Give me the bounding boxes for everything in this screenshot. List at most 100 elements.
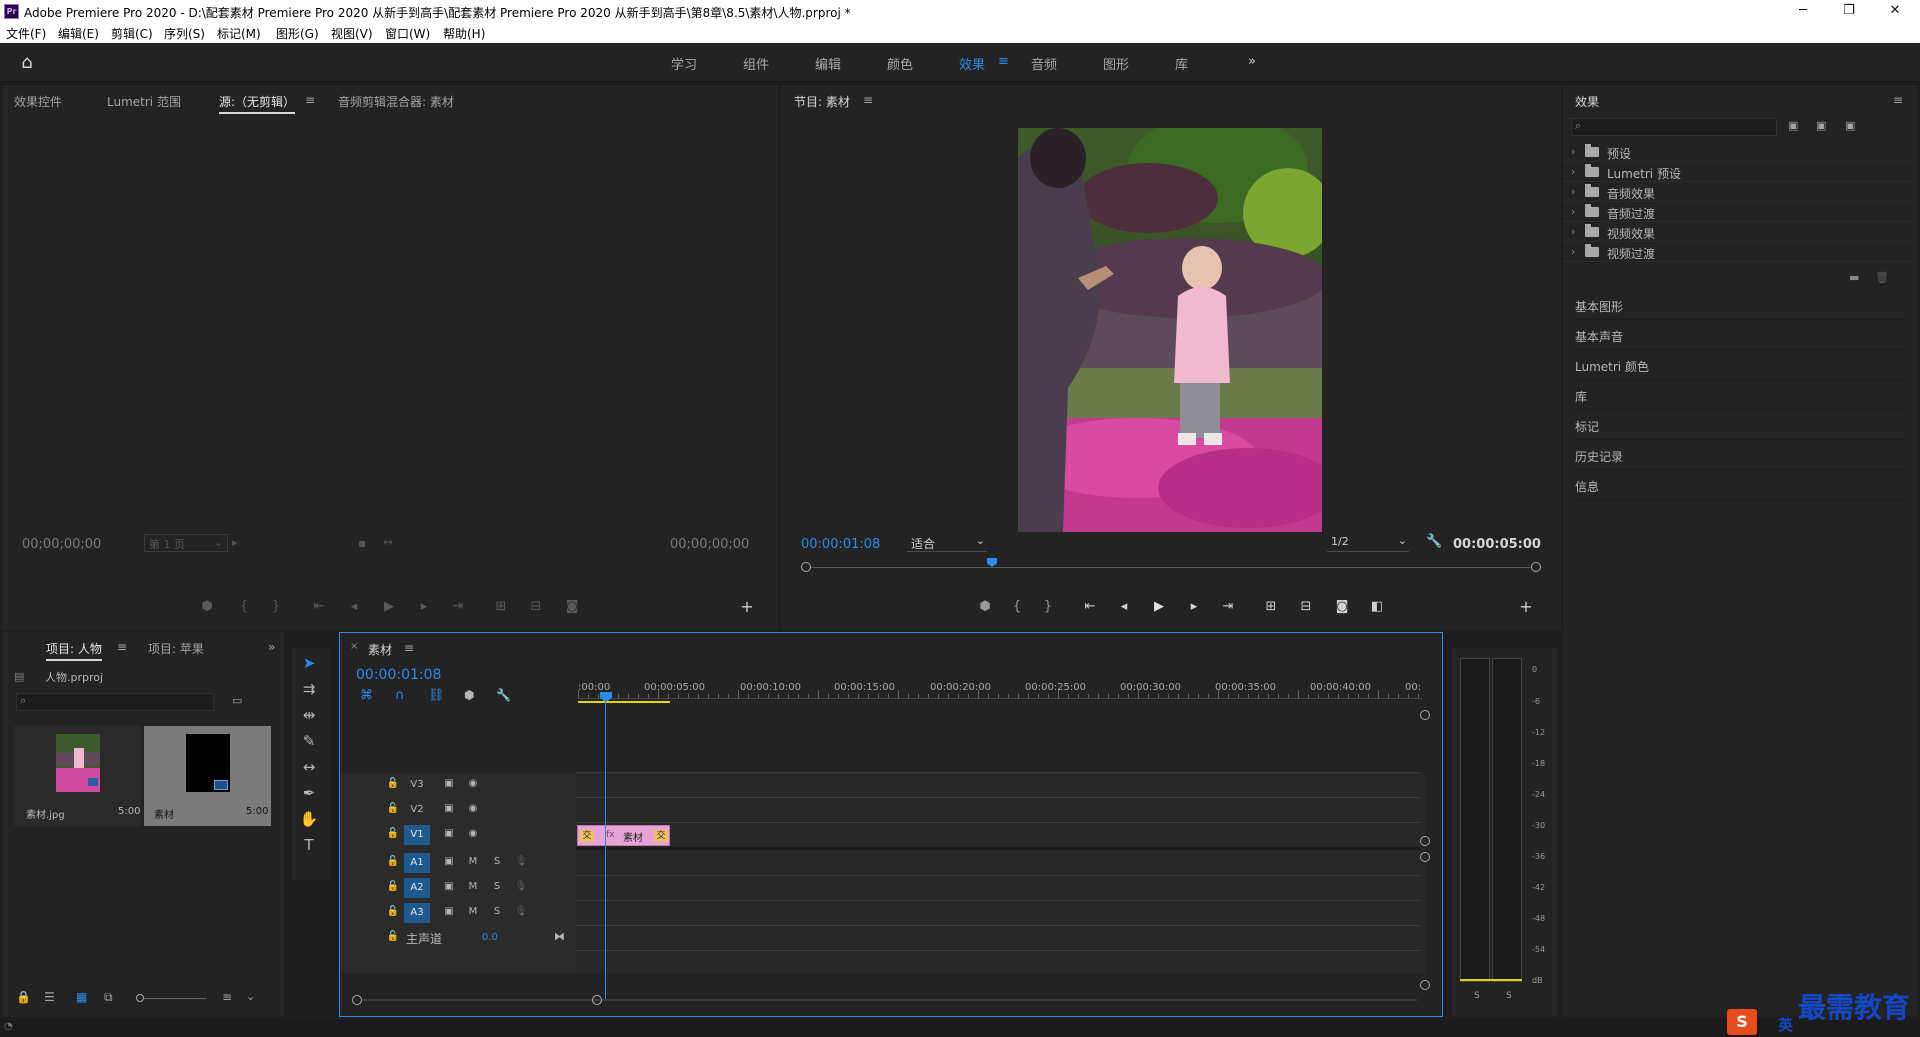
step-forward-icon[interactable]: ▸ [1185, 599, 1203, 615]
effects-menu-icon[interactable]: ≡ [1893, 93, 1903, 107]
extract-icon[interactable]: ⊟ [1297, 599, 1315, 615]
workspace-assembly[interactable]: 组件 [743, 54, 769, 73]
section-info[interactable]: 信息 [1575, 470, 1907, 500]
program-panel-title[interactable]: 节目: 素材 [794, 93, 850, 110]
go-to-in-icon[interactable]: ⇤ [1081, 599, 1099, 615]
track-header-a2[interactable]: 🔓 A2 ▣ M S 🎙 [386, 878, 576, 898]
timeline-clip-v1[interactable]: 交 fx 素材 交 [577, 825, 670, 846]
comparison-view-icon[interactable]: ◧ [1368, 599, 1386, 615]
lock-icon[interactable]: 🔓 [386, 800, 400, 820]
freeform-view-icon[interactable]: ⧉ [104, 990, 113, 1005]
microphone-icon[interactable]: 🎙 [514, 878, 528, 898]
workspace-editing[interactable]: 编辑 [815, 54, 841, 73]
track-header-v2[interactable]: 🔓 V2 ▣ ◉ [386, 800, 576, 820]
audio-scroll-bottom-handle[interactable] [1420, 980, 1430, 990]
section-markers[interactable]: 标记 [1575, 410, 1907, 440]
track-target-v2[interactable]: V2 [404, 800, 430, 820]
workspace-effects-menu-icon[interactable]: ≡ [998, 54, 1009, 69]
track-header-a1[interactable]: 🔓 A1 ▣ M S 🎙 [386, 853, 576, 873]
effects-folder-audio-effects[interactable]: › 音频效果 [1563, 183, 1913, 202]
minimize-button[interactable]: ─ [1780, 0, 1826, 23]
mute-button[interactable]: M [466, 878, 480, 898]
project-search-input[interactable]: ⌕ [16, 693, 214, 711]
ripple-edit-tool-icon[interactable]: ⇹ [296, 704, 322, 726]
effects-folder-audio-transitions[interactable]: › 音频过渡 [1563, 203, 1913, 222]
tab-source-menu-icon[interactable]: ≡ [305, 93, 315, 107]
snap-icon[interactable]: ∩ [395, 688, 405, 703]
eye-icon[interactable]: ◉ [466, 800, 480, 820]
lock-icon[interactable]: 🔓 [386, 878, 400, 898]
sync-lock-icon[interactable]: ▣ [442, 878, 456, 898]
delete-icon[interactable]: 🗑 [1875, 271, 1889, 284]
track-header-v3[interactable]: 🔓 V3 ▣ ◉ [386, 775, 576, 795]
razor-tool-icon[interactable]: ✎ [296, 730, 322, 752]
scrub-start-handle[interactable] [801, 562, 811, 572]
video-scroll-top-handle[interactable] [1420, 710, 1430, 720]
master-volume-value[interactable]: 0.0 [482, 932, 498, 943]
mark-out-icon[interactable]: } [1039, 599, 1057, 615]
mute-button[interactable]: M [466, 853, 480, 873]
add-button-icon[interactable]: + [738, 599, 756, 615]
hand-tool-icon[interactable]: ✋ [296, 808, 322, 830]
timeline-zoom-scrollbar[interactable] [352, 994, 1417, 1006]
tab-source[interactable]: 源:（无剪辑） [219, 93, 296, 114]
zoom-left-handle[interactable] [352, 995, 362, 1005]
microphone-icon[interactable]: 🎙 [514, 853, 528, 873]
transition-in-marker[interactable]: 交 [580, 830, 594, 842]
menu-window[interactable]: 窗口(W) [385, 25, 430, 42]
program-video-frame[interactable] [1018, 128, 1322, 532]
step-back-icon[interactable]: ◂ [345, 599, 363, 615]
workspace-audio[interactable]: 音频 [1031, 54, 1057, 73]
sync-lock-icon[interactable]: ▣ [442, 825, 456, 845]
lock-icon[interactable]: 🔓 [386, 903, 400, 923]
tab-lumetri-scopes[interactable]: Lumetri 范围 [107, 93, 181, 110]
menu-marker[interactable]: 标记(M) [217, 25, 261, 42]
list-view-icon[interactable]: ☰ [44, 990, 55, 1004]
insert-edit-icon[interactable]: ⊞ [492, 599, 510, 615]
sync-lock-icon[interactable]: ▣ [442, 903, 456, 923]
menu-sequence[interactable]: 序列(S) [164, 25, 205, 42]
solo-button[interactable]: S [490, 878, 504, 898]
export-frame-icon[interactable]: ◙ [1333, 599, 1351, 615]
track-header-v1[interactable]: 🔓 V1 ▣ ◉ [386, 825, 576, 845]
go-to-next-icon[interactable]: ⧓ [554, 930, 565, 943]
effects-search-input[interactable]: ⌕ [1571, 118, 1777, 136]
menu-view[interactable]: 视图(V) [331, 25, 373, 42]
zoom-fit-select[interactable]: 适合 ⌄ [907, 534, 987, 552]
export-frame-icon[interactable]: ◙ [563, 599, 581, 615]
program-scrub-bar[interactable] [801, 558, 1541, 573]
mute-button[interactable]: M [466, 903, 480, 923]
go-to-in-icon[interactable]: ⇤ [310, 599, 328, 615]
program-playhead-timecode[interactable]: 00:00:01:08 [801, 537, 880, 552]
sync-lock-icon[interactable]: ▣ [442, 775, 456, 795]
track-header-a3[interactable]: 🔓 A3 ▣ M S 🎙 [386, 903, 576, 923]
home-icon[interactable]: ⌂ [14, 52, 40, 74]
add-button-icon[interactable]: + [1517, 599, 1535, 615]
track-target-v3[interactable]: V3 [404, 775, 430, 795]
new-search-bin-icon[interactable]: ▭ [232, 694, 242, 707]
project-overflow-icon[interactable]: » [268, 640, 275, 654]
menu-graphics[interactable]: 图形(G) [276, 25, 319, 42]
scrub-end-handle[interactable] [1531, 562, 1541, 572]
lock-icon[interactable]: 🔒 [16, 990, 31, 1004]
pen-tool-icon[interactable]: ✒ [296, 782, 322, 804]
track-target-a2[interactable]: A2 [404, 878, 430, 898]
play-icon[interactable]: ▶ [380, 599, 398, 615]
menu-help[interactable]: 帮助(H) [443, 25, 485, 42]
section-lumetri-color[interactable]: Lumetri 颜色 [1575, 350, 1907, 380]
section-essential-graphics[interactable]: 基本图形 [1575, 290, 1907, 320]
workspace-libraries[interactable]: 库 [1175, 54, 1188, 73]
program-menu-icon[interactable]: ≡ [863, 93, 873, 107]
go-to-out-icon[interactable]: ⇥ [1219, 599, 1237, 615]
icon-view-icon[interactable]: ▦ [76, 990, 87, 1004]
menu-clip[interactable]: 剪辑(C) [111, 25, 153, 42]
transition-out-marker[interactable]: 交 [654, 830, 668, 842]
go-to-out-icon[interactable]: ⇥ [449, 599, 467, 615]
track-target-a1[interactable]: A1 [404, 853, 430, 873]
mark-in-icon[interactable]: { [1008, 599, 1026, 615]
playhead-icon[interactable] [987, 558, 997, 567]
add-marker-icon[interactable]: ⬢ [976, 599, 994, 615]
wrench-icon[interactable]: 🔧 [1426, 534, 1442, 549]
effects-folder-video-effects[interactable]: › 视频效果 [1563, 223, 1913, 242]
mark-in-icon[interactable]: { [235, 599, 253, 615]
